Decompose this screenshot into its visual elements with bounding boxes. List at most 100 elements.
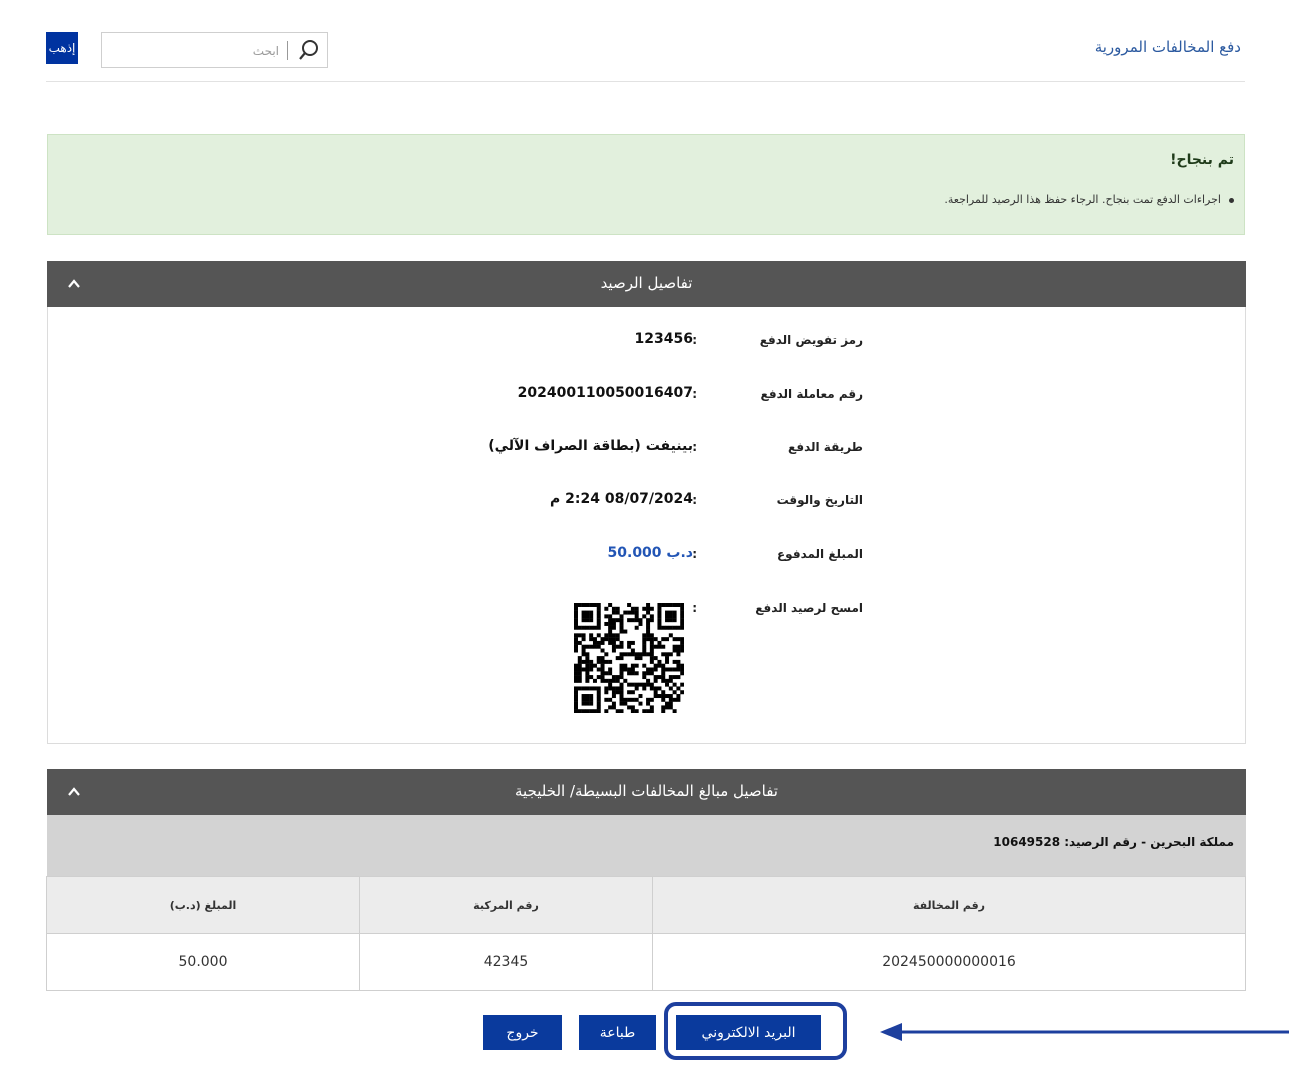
- qr-module: [619, 671, 624, 676]
- qr-module: [676, 667, 681, 672]
- qr-module: [634, 610, 639, 615]
- qr-module: [585, 694, 590, 699]
- qr-module: [577, 633, 582, 638]
- qr-module: [589, 694, 594, 699]
- qr-module: [668, 633, 673, 638]
- qr-module: [638, 652, 643, 657]
- qr-module: [589, 610, 594, 615]
- qr-module: [661, 671, 666, 676]
- qr-module: [611, 701, 616, 706]
- qr-module: [646, 709, 651, 713]
- qr-module: [619, 644, 624, 649]
- qr-module: [574, 709, 578, 713]
- exit-button[interactable]: خروج: [483, 1015, 562, 1050]
- qr-module: [585, 709, 590, 713]
- qr-module: [577, 625, 582, 630]
- qr-module: [653, 656, 658, 661]
- success-title: تم بنجاح!: [1170, 152, 1234, 168]
- qr-module: [653, 678, 658, 683]
- qr-module: [596, 705, 601, 710]
- qr-module: [581, 686, 586, 691]
- qr-module: [585, 618, 590, 623]
- qr-module: [581, 618, 586, 623]
- qr-module: [657, 618, 662, 623]
- qr-module: [577, 678, 582, 683]
- qr-module: [661, 644, 666, 649]
- qr-module: [577, 659, 582, 664]
- qr-module: [581, 659, 586, 664]
- qr-module: [634, 606, 639, 611]
- qr-module: [608, 682, 613, 687]
- qr-module: [665, 625, 670, 630]
- qr-module: [649, 656, 654, 661]
- qr-module: [619, 682, 624, 687]
- qr-module: [668, 701, 673, 706]
- qr-module: [585, 625, 590, 630]
- search-input[interactable]: [157, 37, 281, 65]
- qr-module: [642, 648, 647, 653]
- qr-module: [680, 625, 684, 630]
- column-header-violation-number: رقم المخالفة: [652, 876, 1246, 934]
- qr-module: [574, 675, 578, 680]
- qr-module: [581, 701, 586, 706]
- qr-module: [619, 701, 624, 706]
- qr-module: [585, 656, 590, 661]
- qr-module: [665, 701, 670, 706]
- email-button[interactable]: البريد الالكتروني: [676, 1015, 821, 1050]
- qr-module: [596, 709, 601, 713]
- violations-panel-title: تفاصيل مبالغ المخالفات البسيطة/ الخليجية: [515, 782, 778, 800]
- qr-module: [646, 682, 651, 687]
- qr-module: [649, 633, 654, 638]
- search-box[interactable]: [101, 32, 328, 68]
- qr-module: [574, 640, 578, 645]
- chevron-up-icon[interactable]: [68, 278, 80, 290]
- chevron-up-icon[interactable]: [68, 786, 80, 798]
- print-button[interactable]: طباعة: [579, 1015, 656, 1050]
- qr-module: [619, 675, 624, 680]
- qr-module: [585, 610, 590, 615]
- qr-module: [634, 614, 639, 619]
- qr-module: [574, 705, 578, 710]
- go-button[interactable]: إذهب: [46, 32, 78, 64]
- receipt-panel-title: تفاصيل الرصيد: [600, 274, 693, 292]
- qr-module: [649, 648, 654, 653]
- qr-module: [574, 606, 578, 611]
- qr-module: [657, 644, 662, 649]
- qr-module: [619, 690, 624, 695]
- qr-module: [630, 610, 635, 615]
- qr-module: [600, 656, 605, 661]
- search-icon[interactable]: [298, 39, 320, 61]
- qr-module: [596, 701, 601, 706]
- qr-module: [585, 701, 590, 706]
- qr-module: [608, 686, 613, 691]
- receipt-panel-header[interactable]: تفاصيل الرصيد: [47, 261, 1246, 307]
- qr-module: [642, 652, 647, 657]
- qr-module: [604, 709, 609, 713]
- qr-module: [608, 603, 613, 607]
- qr-module: [657, 606, 662, 611]
- bullet-icon: [1229, 197, 1234, 203]
- qr-module: [574, 667, 578, 672]
- qr-module: [642, 686, 647, 691]
- qr-module: [646, 618, 651, 623]
- qr-module: [646, 701, 651, 706]
- qr-module: [615, 644, 620, 649]
- qr-module: [608, 667, 613, 672]
- qr-module: [589, 686, 594, 691]
- qr-module: [574, 671, 578, 676]
- qr-module: [638, 701, 643, 706]
- qr-module: [649, 640, 654, 645]
- payment-method-label: طريقة الدفع: [788, 440, 863, 454]
- qr-module: [600, 678, 605, 683]
- qr-module: [619, 625, 624, 630]
- qr-module: [649, 652, 654, 657]
- qr-module: [619, 629, 624, 634]
- qr-module: [623, 663, 628, 668]
- page-title[interactable]: دفع المخالفات المرورية: [1095, 38, 1241, 56]
- qr-module: [630, 697, 635, 702]
- qr-module: [668, 678, 673, 683]
- violations-panel-header[interactable]: تفاصيل مبالغ المخالفات البسيطة/ الخليجية: [47, 769, 1246, 815]
- qr-module: [585, 675, 590, 680]
- qr-module: [634, 652, 639, 657]
- qr-module: [630, 671, 635, 676]
